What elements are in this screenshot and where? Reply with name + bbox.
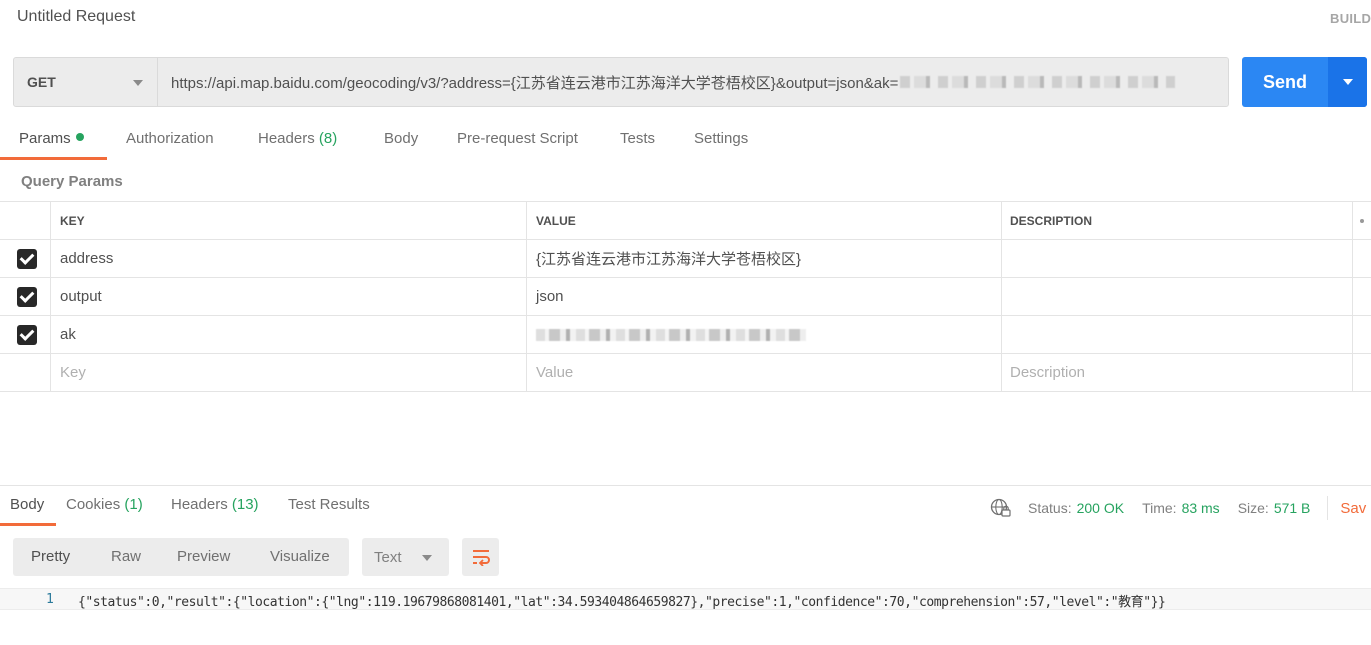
active-params-dot-icon bbox=[75, 133, 84, 141]
tab-count: (8) bbox=[318, 130, 338, 147]
url-input[interactable]: https://api.map.baidu.com/geocoding/v3/?… bbox=[158, 58, 1228, 106]
redacted-api-key bbox=[900, 76, 1176, 88]
checkbox-cell bbox=[0, 278, 51, 315]
param-enabled-checkbox[interactable] bbox=[17, 248, 37, 269]
wrap-lines-icon bbox=[472, 550, 490, 566]
response-tab-headers[interactable]: Headers (13) bbox=[171, 496, 259, 513]
tab-label: Body bbox=[384, 130, 419, 147]
send-options-button[interactable] bbox=[1328, 57, 1367, 107]
view-pretty-button[interactable]: Pretty bbox=[31, 548, 70, 565]
divider bbox=[1327, 496, 1329, 520]
column-options-button[interactable] bbox=[1353, 202, 1371, 239]
url-bar: GET https://api.map.baidu.com/geocoding/… bbox=[13, 57, 1229, 107]
tab-tests[interactable]: Tests bbox=[620, 130, 655, 147]
query-params-label: Query Params bbox=[21, 173, 123, 190]
tab-label: Headers bbox=[171, 496, 228, 513]
redacted-api-key bbox=[536, 328, 806, 341]
tab-count: (1) bbox=[124, 496, 143, 513]
wrap-lines-button[interactable] bbox=[462, 538, 499, 576]
param-enabled-checkbox[interactable] bbox=[17, 324, 37, 345]
response-meta: Status: 200 OK Time: 83 ms Size: 571 B S… bbox=[990, 496, 1366, 520]
more-icon bbox=[1360, 218, 1364, 223]
caret-down-icon bbox=[1342, 79, 1353, 85]
param-description[interactable] bbox=[1002, 316, 1353, 353]
response-tab-test-results[interactable]: Test Results bbox=[288, 496, 370, 513]
format-label: Text bbox=[374, 548, 402, 566]
checkbox-cell bbox=[0, 354, 51, 391]
header-checkbox-cell bbox=[0, 202, 51, 239]
format-select[interactable]: Text bbox=[362, 538, 449, 576]
tab-pre-request-script[interactable]: Pre-request Script bbox=[457, 130, 578, 147]
request-tabs: Params Authorization Headers (8) Body Pr… bbox=[0, 122, 800, 160]
time-label: Time: bbox=[1142, 500, 1177, 516]
tab-label: Body bbox=[10, 496, 45, 513]
tab-label: Authorization bbox=[126, 130, 214, 147]
checkbox-cell bbox=[0, 316, 51, 353]
view-visualize-button[interactable]: Visualize bbox=[270, 548, 330, 565]
tab-label: Test Results bbox=[288, 496, 370, 513]
tab-body[interactable]: Body bbox=[384, 130, 418, 147]
method-select[interactable]: GET bbox=[14, 58, 158, 106]
status-label: Status: bbox=[1028, 500, 1072, 516]
size-value[interactable]: 571 B bbox=[1274, 500, 1311, 516]
response-body-editor[interactable]: 1 {"status":0,"result":{"location":{"lng… bbox=[0, 588, 1371, 610]
line-number: 1 bbox=[46, 592, 54, 607]
query-params-table: KEY VALUE DESCRIPTION address {江苏省连云港市江苏… bbox=[0, 201, 1371, 392]
new-key-input[interactable]: Key bbox=[51, 354, 527, 391]
tab-headers[interactable]: Headers (8) bbox=[258, 130, 337, 147]
view-preview-button[interactable]: Preview bbox=[177, 548, 230, 565]
param-description[interactable] bbox=[1002, 278, 1353, 315]
tab-label: Settings bbox=[694, 130, 749, 147]
param-key[interactable]: ak bbox=[51, 316, 527, 353]
active-tab-underline bbox=[0, 523, 56, 526]
send-button[interactable]: Send bbox=[1242, 57, 1328, 107]
method-label: GET bbox=[27, 74, 56, 90]
param-value[interactable] bbox=[527, 316, 1002, 353]
build-mode-label[interactable]: BUILD bbox=[1330, 11, 1371, 26]
table-header-row: KEY VALUE DESCRIPTION bbox=[0, 202, 1371, 240]
url-text: https://api.map.baidu.com/geocoding/v3/?… bbox=[171, 74, 899, 92]
view-mode-group: Pretty Raw Preview Visualize bbox=[13, 538, 349, 576]
tab-label: Params bbox=[19, 130, 71, 147]
param-key[interactable]: address bbox=[51, 240, 527, 277]
tab-settings[interactable]: Settings bbox=[694, 130, 748, 147]
tab-count: (13) bbox=[231, 496, 259, 513]
tab-label: Headers bbox=[258, 130, 315, 147]
response-tab-body[interactable]: Body bbox=[10, 496, 44, 513]
time-value[interactable]: 83 ms bbox=[1182, 500, 1220, 516]
column-header-value: VALUE bbox=[527, 202, 1002, 239]
tab-params[interactable]: Params bbox=[19, 130, 84, 147]
caret-down-icon bbox=[422, 555, 432, 561]
active-tab-underline bbox=[0, 157, 107, 160]
view-raw-button[interactable]: Raw bbox=[111, 548, 141, 565]
checkbox-cell bbox=[0, 240, 51, 277]
response-tab-cookies[interactable]: Cookies (1) bbox=[66, 496, 143, 513]
globe-lock-icon[interactable] bbox=[990, 498, 1012, 518]
param-value[interactable]: {江苏省连云港市江苏海洋大学苍梧校区} bbox=[527, 240, 1002, 277]
column-header-key: KEY bbox=[51, 202, 527, 239]
tab-label: Pre-request Script bbox=[457, 130, 578, 147]
request-title[interactable]: Untitled Request bbox=[17, 8, 135, 26]
param-key[interactable]: output bbox=[51, 278, 527, 315]
tab-authorization[interactable]: Authorization bbox=[126, 130, 214, 147]
save-response-button[interactable]: Sav bbox=[1340, 500, 1366, 517]
caret-down-icon bbox=[133, 80, 143, 86]
param-description[interactable] bbox=[1002, 240, 1353, 277]
new-param-row: Key Value Description bbox=[0, 354, 1371, 392]
table-row: ak bbox=[0, 316, 1371, 354]
tab-label: Cookies bbox=[66, 496, 121, 513]
table-row: output json bbox=[0, 278, 1371, 316]
new-description-input[interactable]: Description bbox=[1002, 354, 1353, 391]
param-enabled-checkbox[interactable] bbox=[17, 286, 37, 307]
tab-label: Tests bbox=[620, 130, 656, 147]
new-value-input[interactable]: Value bbox=[527, 354, 1002, 391]
param-value[interactable]: json bbox=[527, 278, 1002, 315]
table-row: address {江苏省连云港市江苏海洋大学苍梧校区} bbox=[0, 240, 1371, 278]
column-header-description: DESCRIPTION bbox=[1002, 202, 1353, 239]
response-tabs: Body Cookies (1) Headers (13) Test Resul… bbox=[0, 486, 500, 526]
response-json-text[interactable]: {"status":0,"result":{"location":{"lng":… bbox=[78, 591, 1166, 610]
size-label: Size: bbox=[1237, 500, 1269, 516]
send-button-group: Send bbox=[1242, 57, 1367, 107]
status-value[interactable]: 200 OK bbox=[1077, 500, 1124, 516]
